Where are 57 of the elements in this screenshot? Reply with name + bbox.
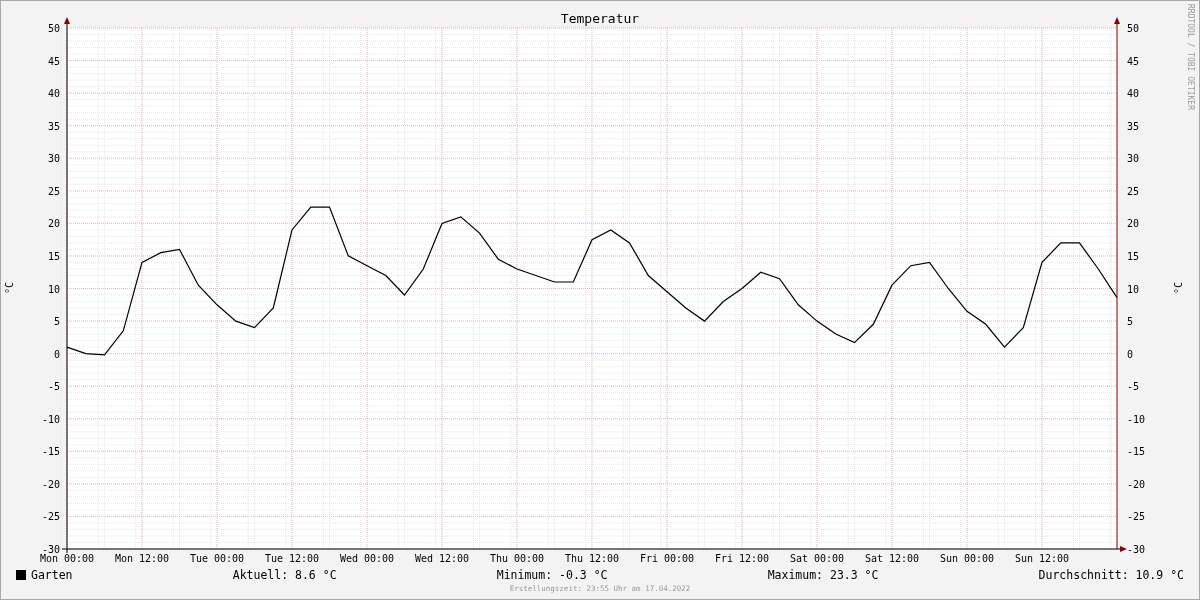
x-tick-label: Fri 12:00 — [714, 553, 770, 564]
y-tick-label: 45 — [47, 55, 60, 67]
y-tick-label: 30 — [1127, 153, 1140, 165]
y-tick-label: -25 — [1127, 511, 1146, 523]
y-tick-label: 5 — [1127, 316, 1134, 328]
y-tick-label: 40 — [47, 88, 60, 100]
statistic-text: Maximum: 23.3 °C — [767, 568, 879, 582]
legend-label: Garten — [31, 568, 73, 582]
x-tick-label: Thu 12:00 — [564, 553, 620, 564]
x-tick-label: Sun 12:00 — [1014, 553, 1070, 564]
y-axis-label: °C — [1173, 282, 1184, 294]
x-tick-label: Sat 12:00 — [864, 553, 920, 564]
x-tick-label: Mon 12:00 — [114, 553, 170, 564]
y-tick-label: -10 — [41, 413, 60, 425]
y-tick-label: -30 — [1127, 544, 1146, 555]
y-tick-label: 10 — [47, 283, 60, 295]
x-tick-label: Wed 00:00 — [339, 553, 395, 564]
chart-title: Temperatur — [560, 11, 640, 26]
statistic-text: Durchschnitt: 10.9 °C — [1038, 568, 1184, 582]
y-tick-label: 15 — [47, 250, 60, 262]
y-tick-label: 0 — [53, 348, 60, 360]
y-tick-label: -30 — [41, 544, 60, 555]
y-tick-label: -20 — [41, 478, 60, 490]
y-tick-label: 35 — [1127, 120, 1140, 132]
x-tick-label: Thu 00:00 — [489, 553, 545, 564]
y-tick-label: 50 — [1127, 23, 1140, 34]
y-tick-label: 25 — [1127, 185, 1140, 197]
y-tick-label: 30 — [47, 153, 60, 165]
x-tick-label: Tue 12:00 — [264, 553, 320, 564]
y-tick-label: 20 — [47, 218, 60, 230]
x-tick-label: Wed 12:00 — [414, 553, 470, 564]
y-tick-label: -10 — [1127, 413, 1146, 425]
y-tick-label: -25 — [41, 511, 60, 523]
y-tick-label: -15 — [1127, 446, 1146, 458]
y-tick-label: 0 — [1127, 348, 1134, 360]
y-tick-label: 45 — [1127, 55, 1140, 67]
x-tick-label: Sun 00:00 — [939, 553, 995, 564]
x-tick-label: Mon 00:00 — [39, 553, 95, 564]
y-axis-label: °C — [4, 282, 15, 294]
y-tick-label: 25 — [47, 185, 60, 197]
x-tick-label: Sat 00:00 — [789, 553, 845, 564]
y-tick-label: 15 — [1127, 250, 1140, 262]
y-tick-label: 20 — [1127, 218, 1140, 230]
credit-text: RRDTOOL / TOBI OETIKER — [1186, 4, 1195, 110]
y-tick-label: -20 — [1127, 478, 1146, 490]
y-tick-label: 50 — [47, 23, 60, 34]
y-tick-label: 10 — [1127, 283, 1140, 295]
y-tick-label: -15 — [41, 446, 60, 458]
x-tick-label: Fri 00:00 — [639, 553, 695, 564]
y-tick-label: 35 — [47, 120, 60, 132]
statistic-text: Aktuell: 8.6 °C — [232, 568, 337, 582]
y-tick-label: -5 — [1127, 381, 1140, 393]
statistic-text: Minimum: -0.3 °C — [496, 568, 608, 582]
y-tick-label: -5 — [47, 381, 60, 393]
y-tick-label: 40 — [1127, 88, 1140, 100]
x-tick-label: Tue 00:00 — [189, 553, 245, 564]
y-tick-label: 5 — [53, 316, 60, 328]
